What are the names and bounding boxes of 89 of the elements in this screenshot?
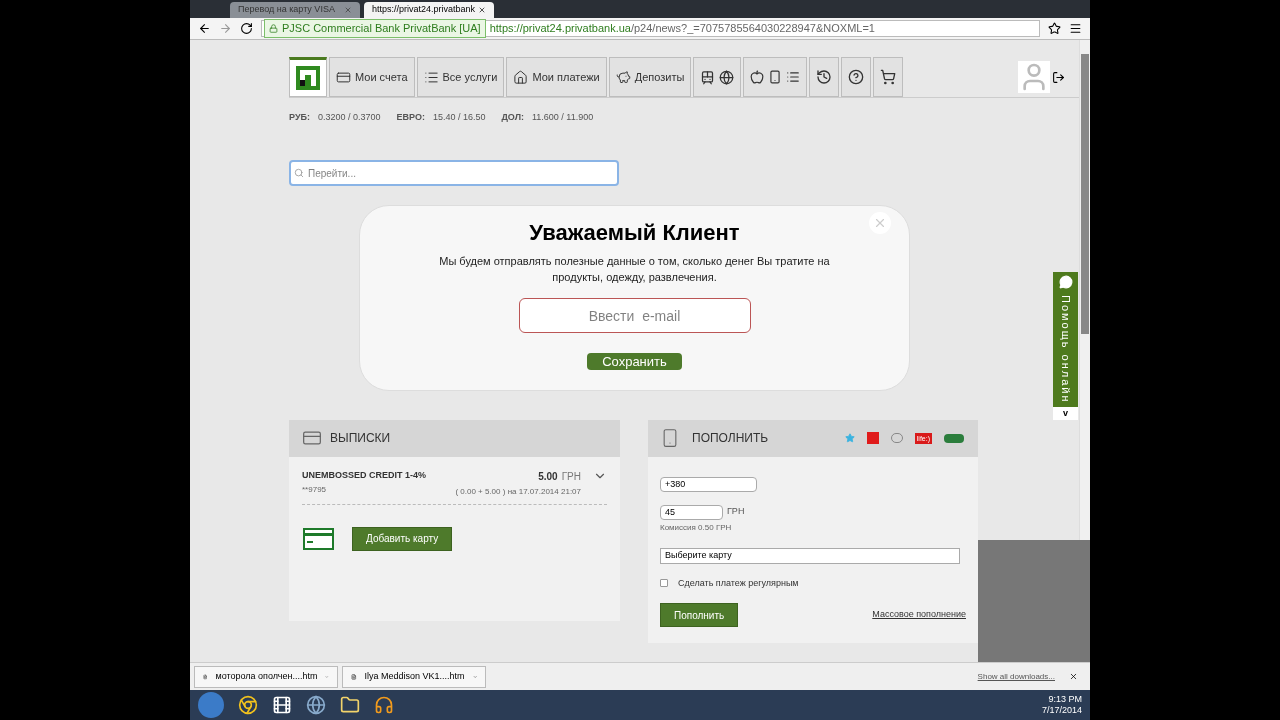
panel-title: ВЫПИСКИ (330, 430, 391, 447)
nav-tab[interactable]: Мои платежи (506, 57, 607, 97)
train-icon (700, 69, 716, 85)
phone-icon (768, 70, 783, 84)
globe-icon[interactable] (306, 695, 326, 715)
cart-tab[interactable] (873, 57, 904, 97)
mobile-apps-tab[interactable] (743, 57, 808, 97)
reload-icon[interactable] (240, 22, 253, 35)
operator-logo (866, 432, 879, 444)
nav-tab[interactable]: Мои счета (329, 57, 415, 97)
apple-icon (750, 70, 765, 84)
exchange-rate: 0.3200 / 0.3700 (317, 111, 381, 124)
help-online-label: Помощь онлайн (1058, 295, 1073, 404)
help-online-tab[interactable]: Помощь онлайн v (1053, 272, 1078, 420)
save-button[interactable]: Сохранить (587, 353, 682, 370)
help-tab[interactable] (841, 57, 872, 97)
cart-icon (880, 69, 897, 85)
star-icon (844, 433, 855, 443)
menu-icon[interactable] (1069, 22, 1082, 35)
checkbox[interactable] (660, 579, 668, 588)
card-number: **9795 (302, 484, 328, 496)
currency-label: ГРН (561, 469, 581, 484)
globe-icon (719, 69, 735, 85)
add-card-button[interactable]: Добавить карту (352, 526, 453, 551)
topup-button[interactable]: Пополнить (660, 603, 739, 627)
secure-label: PJSC Commercial Bank PrivatBank [UA] (264, 19, 486, 38)
close-icon[interactable] (1069, 672, 1078, 681)
clock-time: 9:13 PM (1048, 694, 1082, 705)
url-text: https://privat24.privatbank.ua/p24/news?_=7075785564030228947&NOXML=1 (489, 21, 875, 37)
browser-tab[interactable]: Перевод на карту VISA (230, 2, 360, 18)
folder-icon[interactable] (340, 695, 360, 715)
download-item[interactable]: моторола ополчен....htm (194, 665, 338, 688)
scrollbar-thumb[interactable] (1081, 54, 1089, 334)
card-select[interactable]: Выберите карту (660, 547, 960, 564)
list-icon (423, 69, 439, 85)
help-icon (848, 69, 865, 85)
search-icon (294, 167, 304, 178)
show-all-downloads-link[interactable]: Show all downloads... (977, 670, 1055, 683)
download-item[interactable]: Ilya Meddison VK1....htm (342, 665, 486, 688)
balance-detail: ( 0.00 + 5.00 ) на 17.07.2014 21:07 (455, 485, 581, 498)
house-icon (513, 69, 529, 85)
currency-name: ДОЛ: (501, 111, 524, 124)
logout-icon[interactable] (1052, 70, 1065, 84)
checkbox-label: Сделать платеж регулярным (678, 576, 799, 590)
phone-field[interactable]: +380 (660, 476, 757, 492)
history-icon (816, 69, 833, 85)
collapse-toggle[interactable]: v (1053, 406, 1078, 420)
currency-label: ГРН (727, 505, 745, 519)
transfer-tab[interactable] (693, 57, 742, 97)
bulk-topup-link[interactable]: Массовое пополнение (872, 608, 966, 622)
chat-icon (1058, 275, 1073, 289)
close-icon (873, 216, 887, 230)
download-name: моторола ополчен....htm (215, 669, 318, 683)
headphones-icon[interactable] (374, 695, 394, 715)
clock-date: 7/17/2014 (1041, 705, 1082, 716)
search-field[interactable]: Перейти... (289, 160, 619, 186)
popup-text: Мы будем отправлять полезные данные о том, сколько денег Вы тратите на продукты, одежду, развлечения. (438, 254, 831, 285)
currency-name: ЕВРО: (396, 111, 425, 124)
start-button[interactable] (198, 692, 224, 718)
card-icon (336, 69, 351, 85)
browser-tab[interactable]: https://privat24.privatbank (364, 2, 494, 18)
card-name: UNEMBOSSED CREDIT 1-4% (302, 468, 428, 482)
nav-tab[interactable]: Все услуги (416, 57, 505, 97)
bookmark-star-icon[interactable] (1048, 22, 1061, 35)
popup-title: Уважаемый Клиент (529, 219, 740, 247)
history-tab[interactable] (809, 57, 840, 97)
back-icon[interactable] (198, 22, 211, 35)
piggy-bank-icon (615, 69, 631, 85)
download-name: Ilya Meddison VK1....htm (364, 669, 465, 683)
card-balance: 5.00 (538, 469, 558, 484)
exchange-rate: 11.600 / 11.900 (531, 111, 594, 124)
close-icon[interactable] (478, 6, 486, 14)
file-icon (351, 671, 357, 682)
logo-tab[interactable] (289, 57, 327, 97)
commission-text: Комиссия 0.50 ГРН (660, 521, 732, 534)
exchange-rate: 15.40 / 16.50 (432, 111, 486, 124)
film-icon[interactable] (272, 695, 292, 715)
bank-logo-icon (296, 66, 320, 90)
operator-logo (944, 433, 964, 443)
nav-tab[interactable]: Депозиты (608, 57, 692, 97)
lock-icon (269, 24, 278, 33)
forward-icon[interactable] (219, 22, 232, 35)
address-field[interactable]: PJSC Commercial Bank PrivatBank [UA] https://privat24.privatbank.ua/p24/news?_=7075785564030228947&NOXML=1 (261, 20, 1040, 37)
email-field[interactable]: Ввести e-mail (518, 298, 751, 333)
currency-name: РУБ: (289, 111, 310, 124)
browser-icon[interactable] (238, 695, 258, 715)
card-icon (303, 527, 334, 550)
panel-title: ПОПОЛНИТЬ (692, 430, 770, 447)
amount-field[interactable]: 45 (660, 504, 723, 520)
